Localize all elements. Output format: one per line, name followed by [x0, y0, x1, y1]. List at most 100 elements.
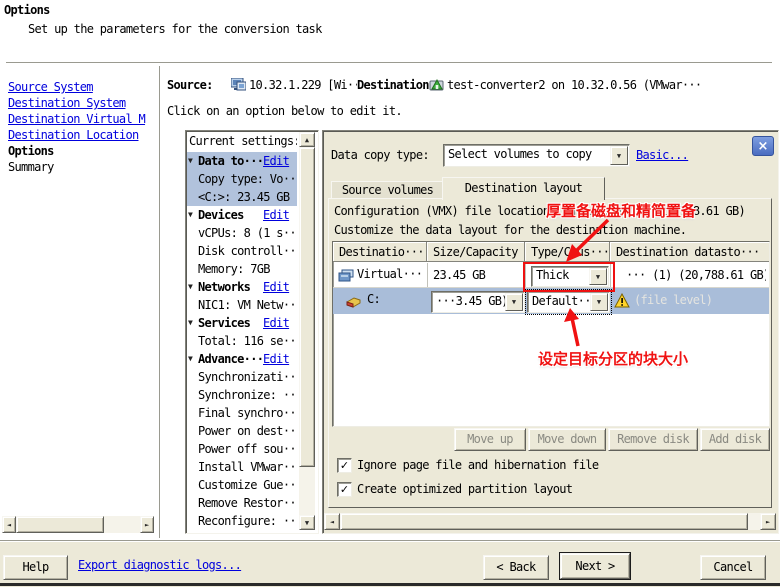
partition-datastore-note: (file level): [634, 293, 764, 307]
settings-item[interactable]: Install VMwar···: [188, 458, 297, 476]
next-button[interactable]: Next >: [560, 553, 630, 579]
sidebar-item-destination-location[interactable]: Destination Location: [8, 128, 158, 142]
source-computer-icon: [231, 78, 246, 91]
dropdown-button[interactable]: ▼: [505, 293, 523, 311]
collapse-arrow-icon[interactable]: ▼: [188, 278, 193, 296]
column-header-destination-datastore[interactable]: Destination datasto···: [610, 242, 769, 262]
data-copy-type-select[interactable]: Select volumes to copy ▼: [443, 144, 630, 167]
remove-disk-button[interactable]: Remove disk: [608, 428, 698, 451]
settings-group-services[interactable]: ▼ Services Edit: [188, 314, 297, 332]
options-horizontal-scrollbar[interactable]: ◄ ►: [324, 513, 776, 530]
sidebar-item-destination-system[interactable]: Destination System: [8, 96, 158, 110]
scroll-right-icon: ►: [145, 521, 149, 529]
settings-group-data-to-copy[interactable]: ▼ Data to··· Edit: [188, 152, 297, 170]
settings-item-label: Reconfigure: ···: [198, 512, 297, 530]
scroll-left-icon: ◄: [7, 521, 11, 529]
header-divider: [6, 62, 772, 64]
current-settings-title: Current settings:: [189, 134, 297, 148]
basic-link[interactable]: Basic...: [636, 148, 688, 162]
settings-group-devices[interactable]: ▼ Devices Edit: [188, 206, 297, 224]
settings-item[interactable]: Customize Gue···: [188, 476, 297, 494]
settings-item[interactable]: Power off sou···: [188, 440, 297, 458]
edit-link[interactable]: Edit: [263, 350, 289, 368]
help-button[interactable]: Help: [3, 555, 68, 580]
column-header-size-capacity[interactable]: Size/Capacity: [427, 242, 525, 262]
scroll-left-icon: ◄: [330, 518, 334, 526]
settings-item[interactable]: NIC1: VM Netw···: [188, 296, 297, 314]
settings-item[interactable]: vCPUs: 8 (1 s···: [188, 224, 297, 242]
settings-item[interactable]: Remove Restor···: [188, 494, 297, 512]
settings-group-networks[interactable]: ▼ Networks Edit: [188, 278, 297, 296]
optimized-partition-label[interactable]: Create optimized partition layout: [357, 482, 757, 496]
scrollbar-track[interactable]: [299, 467, 315, 515]
settings-item[interactable]: Power on dest···: [188, 422, 297, 440]
settings-item[interactable]: Copy type: Vo···: [188, 170, 297, 188]
tab-source-volumes[interactable]: Source volumes: [331, 181, 444, 199]
scroll-right-button[interactable]: ►: [760, 513, 776, 530]
edit-link[interactable]: Edit: [263, 314, 289, 332]
settings-item[interactable]: Memory: 7GB: [188, 260, 297, 278]
sidebar-item-source-system[interactable]: Source System: [8, 80, 158, 94]
edit-link[interactable]: Edit: [263, 206, 289, 224]
settings-group-advanced[interactable]: ▼ Advance··· Edit: [188, 350, 297, 368]
chevron-down-icon: ▼: [512, 298, 516, 306]
collapse-arrow-icon[interactable]: ▼: [188, 314, 193, 332]
column-header-destination[interactable]: Destinatio···: [333, 242, 427, 262]
settings-item[interactable]: Reconfigure: ···: [188, 512, 297, 530]
settings-item[interactable]: <C:>: 23.45 GB: [188, 188, 297, 206]
export-diagnostic-logs-link[interactable]: Export diagnostic logs...: [78, 558, 241, 572]
scrollbar-track[interactable]: [104, 516, 140, 533]
scrollbar-thumb[interactable]: [299, 147, 315, 467]
back-button[interactable]: < Back: [483, 555, 549, 580]
collapse-arrow-icon[interactable]: ▼: [188, 206, 193, 224]
scroll-right-button[interactable]: ►: [140, 516, 154, 533]
cancel-button[interactable]: Cancel: [700, 555, 766, 580]
scroll-up-button[interactable]: ▲: [299, 132, 315, 147]
sidebar-horizontal-scrollbar[interactable]: ◄ ►: [2, 516, 154, 533]
check-icon: ✓: [340, 459, 349, 472]
partition-size-select[interactable]: ···3.45 GB) ▼: [431, 291, 525, 313]
scroll-right-icon: ►: [766, 518, 770, 526]
chevron-down-icon: ▼: [597, 298, 601, 306]
settings-item[interactable]: Total: 116 se···: [188, 332, 297, 350]
scrollbar-thumb[interactable]: [340, 513, 748, 530]
move-up-button[interactable]: Move up: [454, 428, 526, 451]
settings-group-label: Services: [198, 314, 250, 332]
annotation-arrow-up-icon: [562, 306, 588, 350]
settings-item[interactable]: Disk controll···: [188, 242, 297, 260]
sidebar-item-destination-virtual-machine[interactable]: Destination Virtual M: [8, 112, 158, 126]
collapse-arrow-icon[interactable]: ▼: [188, 350, 193, 368]
scroll-left-button[interactable]: ◄: [324, 513, 340, 530]
close-icon[interactable]: ×: [752, 136, 774, 156]
edit-link[interactable]: Edit: [263, 278, 289, 296]
scroll-down-button[interactable]: ▼: [299, 515, 315, 530]
dropdown-button[interactable]: ▼: [610, 146, 628, 165]
partition-name: C:: [367, 292, 423, 306]
settings-item[interactable]: Synchronizati···: [188, 368, 297, 386]
settings-item-label: Disk controll···: [198, 242, 297, 260]
settings-item-label: Power off sou···: [198, 440, 297, 458]
collapse-arrow-icon[interactable]: ▼: [188, 152, 193, 170]
settings-item[interactable]: Final synchro···: [188, 404, 297, 422]
scrollbar-track[interactable]: [748, 513, 760, 530]
dropdown-button[interactable]: ▼: [590, 293, 608, 311]
add-disk-button[interactable]: Add disk: [700, 428, 770, 451]
sidebar-item-label: Destination Virtual M: [8, 112, 145, 126]
scrollbar-thumb[interactable]: [16, 516, 104, 533]
page-subtitle: Set up the parameters for the conversion…: [28, 22, 322, 36]
current-settings-panel: Current settings: ▼ Data to··· Edit Copy…: [185, 130, 319, 534]
annotation-arrow-down-icon: [558, 216, 618, 266]
move-down-button[interactable]: Move down: [528, 428, 606, 451]
sidebar-item-summary: Summary: [8, 160, 158, 174]
ignore-pagefile-label[interactable]: Ignore page file and hibernation file: [357, 458, 757, 472]
optimized-partition-checkbox[interactable]: ✓: [337, 482, 352, 497]
ignore-pagefile-checkbox[interactable]: ✓: [337, 458, 352, 473]
settings-item[interactable]: Synchronize: ···: [188, 386, 297, 404]
chevron-down-icon: ▼: [617, 152, 621, 160]
tab-destination-layout[interactable]: Destination layout: [442, 177, 605, 200]
partition-icon: [345, 297, 362, 308]
settings-vertical-scrollbar[interactable]: ▲ ▼: [299, 132, 315, 530]
scroll-left-button[interactable]: ◄: [2, 516, 16, 533]
settings-group-label: Advance···: [198, 350, 263, 368]
edit-link[interactable]: Edit: [263, 152, 289, 170]
